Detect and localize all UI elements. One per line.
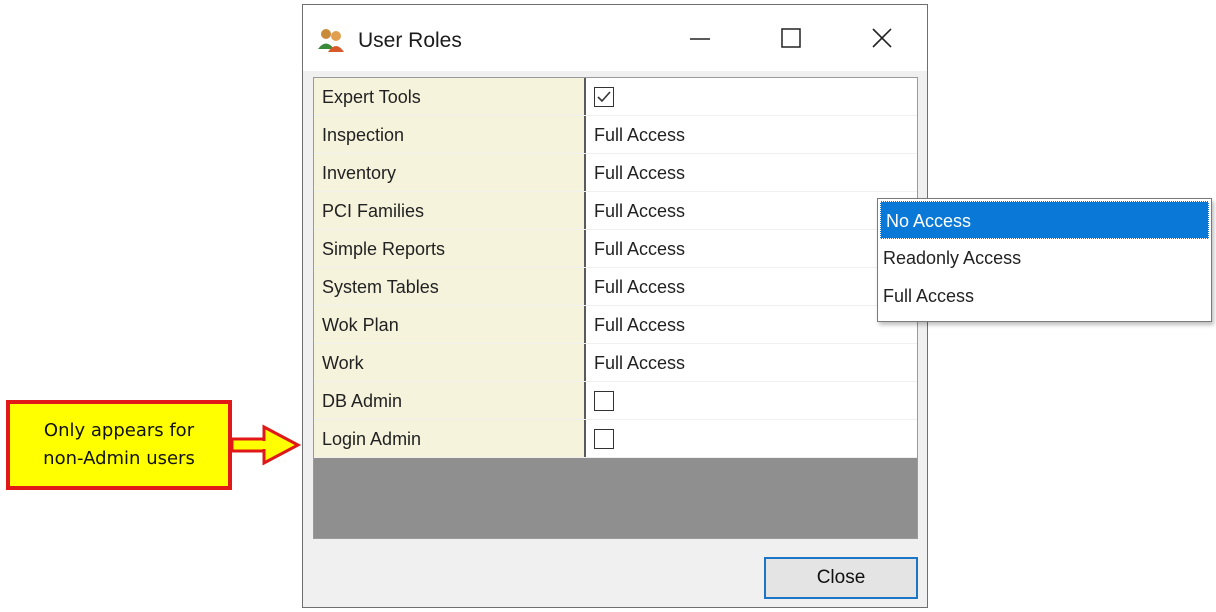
grid-row-name: Work xyxy=(314,344,586,381)
grid-row[interactable]: Work Full Access xyxy=(314,344,917,382)
title-bar[interactable]: User Roles xyxy=(303,5,927,71)
grid-row-name: Login Admin xyxy=(314,420,586,457)
grid-row-name: Inventory xyxy=(314,154,586,191)
grid-row-value[interactable]: Full Access xyxy=(586,116,917,153)
grid-row[interactable]: Inventory Full Access xyxy=(314,154,917,192)
dropdown-option[interactable]: Full Access xyxy=(878,277,1211,315)
annotation-line-1: Only appears for xyxy=(43,420,195,441)
grid-row-name: System Tables xyxy=(314,268,586,305)
grid-row-name: Simple Reports xyxy=(314,230,586,267)
grid-row-name: Inspection xyxy=(314,116,586,153)
grid-row-name: PCI Families xyxy=(314,192,586,229)
grid-rows: Expert Tools Inspection Full Access Invento… xyxy=(314,78,917,458)
permission-checkbox[interactable] xyxy=(594,86,614,107)
window-close-button[interactable] xyxy=(859,15,905,61)
grid-row-value[interactable]: Full Access xyxy=(586,154,917,191)
permission-checkbox[interactable] xyxy=(594,390,614,411)
users-icon xyxy=(317,27,345,53)
grid-row-value xyxy=(586,78,917,115)
grid-row-name: Expert Tools xyxy=(314,78,586,115)
close-button[interactable]: Close xyxy=(764,557,918,599)
grid-row-value[interactable]: Full Access xyxy=(586,268,917,305)
maximize-icon xyxy=(781,28,801,48)
grid-row[interactable]: Expert Tools xyxy=(314,78,917,116)
maximize-button[interactable] xyxy=(768,15,814,61)
grid-row-value xyxy=(586,382,917,419)
grid-row[interactable]: Wok Plan Full Access xyxy=(314,306,917,344)
minimize-icon xyxy=(690,38,710,40)
role-property-grid: Expert Tools Inspection Full Access Invento… xyxy=(313,77,918,539)
grid-row-name: Wok Plan xyxy=(314,306,586,343)
grid-row-value[interactable]: Full Access xyxy=(586,344,917,381)
grid-row[interactable]: PCI Families Full Access xyxy=(314,192,917,230)
callout-arrow-icon xyxy=(232,424,302,466)
grid-row[interactable]: Inspection Full Access xyxy=(314,116,917,154)
grid-row-value[interactable]: Full Access xyxy=(586,230,917,267)
grid-row[interactable]: Simple Reports Full Access xyxy=(314,230,917,268)
check-icon xyxy=(597,90,611,102)
dropdown-option[interactable]: No Access xyxy=(880,201,1209,239)
grid-row[interactable]: System Tables Full Access xyxy=(314,268,917,306)
grid-row[interactable]: DB Admin xyxy=(314,382,917,420)
grid-row-name: DB Admin xyxy=(314,382,586,419)
dropdown-option[interactable]: Readonly Access xyxy=(878,239,1211,277)
access-level-dropdown[interactable]: No Access Readonly Access Full Access xyxy=(877,198,1212,322)
annotation-line-2: non-Admin users xyxy=(43,448,195,469)
grid-row-value xyxy=(586,420,917,457)
annotation-callout: Only appears for non-Admin users xyxy=(6,400,232,490)
grid-row-value[interactable]: Full Access xyxy=(586,306,917,343)
window-title: User Roles xyxy=(358,29,462,52)
close-icon xyxy=(872,28,892,48)
user-roles-dialog: User Roles Expert Tools Inspection Full Ac… xyxy=(302,4,928,608)
close-button-label: Close xyxy=(816,567,866,588)
grid-row-value[interactable]: Full Access xyxy=(586,192,917,229)
minimize-button[interactable] xyxy=(677,15,723,61)
grid-row[interactable]: Login Admin xyxy=(314,420,917,458)
permission-checkbox[interactable] xyxy=(594,428,614,449)
